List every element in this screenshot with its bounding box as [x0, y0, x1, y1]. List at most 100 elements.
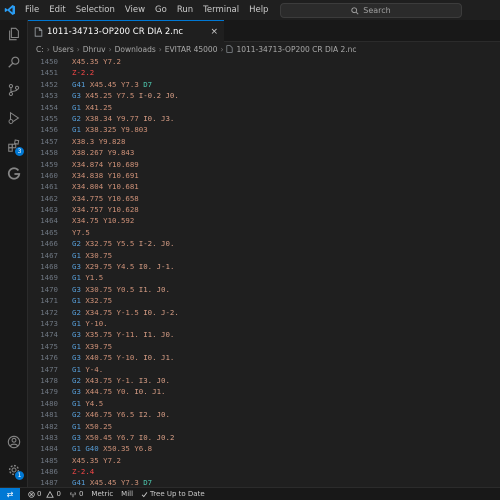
code-line[interactable]: 1469 G1 Y1.5 — [28, 272, 500, 283]
units-indicator[interactable]: Metric — [91, 490, 113, 498]
code-line[interactable]: 1486 Z-2.4 — [28, 466, 500, 477]
code-line[interactable]: 1470 G3 X30.75 Y0.5 I1. J0. — [28, 284, 500, 295]
code-line[interactable]: 1480 G1 Y4.5 — [28, 398, 500, 409]
code-line[interactable]: 1461 X34.804 Y10.681 — [28, 181, 500, 192]
line-number: 1487 — [40, 478, 58, 487]
breadcrumb-item[interactable]: Users — [53, 45, 74, 54]
code-line[interactable]: 1451 Z-2.2 — [28, 67, 500, 78]
run-debug-icon[interactable] — [0, 106, 28, 130]
menu-help[interactable]: Help — [244, 0, 273, 20]
breadcrumb-item[interactable]: C: — [36, 45, 44, 54]
search-view-icon[interactable] — [0, 50, 28, 74]
account-icon[interactable] — [0, 430, 28, 454]
problems-indicator[interactable]: 0 0 — [28, 490, 61, 498]
menu-run[interactable]: Run — [172, 0, 198, 20]
command-center-search[interactable]: Search — [280, 3, 462, 18]
breadcrumb-item[interactable]: 1011-34713-OP200 CR DIA 2.nc — [236, 45, 356, 54]
code-line[interactable]: 1476 G3 X40.75 Y-10. I0. J1. — [28, 352, 500, 363]
menu-terminal[interactable]: Terminal — [198, 0, 244, 20]
code-line[interactable]: 1482 G1 X50.25 — [28, 421, 500, 432]
line-code: G1 X38.325 Y9.803 — [72, 125, 148, 135]
menu-selection[interactable]: Selection — [71, 0, 120, 20]
code-line[interactable]: 1472 G2 X34.75 Y-1.5 I0. J-2. — [28, 307, 500, 318]
line-number: 1454 — [40, 102, 58, 112]
menu-go[interactable]: Go — [150, 0, 172, 20]
code-line[interactable]: 1464 X34.75 Y10.592 — [28, 215, 500, 226]
extensions-icon[interactable]: 3 — [0, 134, 28, 158]
code-line[interactable]: 1481 G2 X46.75 Y6.5 I2. J0. — [28, 409, 500, 420]
code-line[interactable]: 1459 X34.874 Y10.689 — [28, 159, 500, 170]
code-line[interactable]: 1483 G3 X50.45 Y6.7 I0. J0.2 — [28, 432, 500, 443]
tab-close-icon[interactable]: × — [210, 27, 218, 37]
code-line[interactable]: 1462 X34.775 Y10.658 — [28, 193, 500, 204]
tab-active-file[interactable]: 1011-34713-OP200 CR DIA 2.nc × — [28, 20, 224, 42]
line-number: 1463 — [40, 205, 58, 215]
menu-view[interactable]: View — [120, 0, 150, 20]
code-line[interactable]: 1468 G3 X29.75 Y4.5 I0. J-1. — [28, 261, 500, 272]
code-line[interactable]: 1463 X34.757 Y10.628 — [28, 204, 500, 215]
line-number: 1456 — [40, 125, 58, 135]
breadcrumb-item[interactable]: Dhruv — [83, 45, 106, 54]
gitlens-icon[interactable] — [0, 162, 28, 186]
line-number: 1450 — [40, 57, 58, 66]
line-code: G3 X44.75 Y0. I0. J1. — [72, 387, 166, 397]
tab-label: 1011-34713-OP200 CR DIA 2.nc — [47, 26, 184, 37]
remote-indicator-icon[interactable]: ⇄ — [0, 487, 20, 500]
tree-status[interactable]: Tree Up to Date — [141, 490, 205, 498]
code-line[interactable]: 1485 X45.35 Y7.2 — [28, 455, 500, 466]
code-line[interactable]: 1487 G41 X45.45 Y7.3 D7 — [28, 477, 500, 487]
line-code: G1 X50.25 — [72, 421, 113, 431]
code-line[interactable]: 1457 X38.3 Y9.828 — [28, 136, 500, 147]
code-line[interactable]: 1466 G2 X32.75 Y5.5 I-2. J0. — [28, 238, 500, 249]
search-icon — [351, 6, 359, 15]
code-editor[interactable]: 1450 X45.35 Y7.2 1451 Z-2.2 1452 G41 X45.45 Y… — [28, 56, 500, 487]
menu-file[interactable]: File — [20, 0, 44, 20]
line-number: 1484 — [40, 444, 58, 454]
code-line[interactable]: 1473 G1 Y-10. — [28, 318, 500, 329]
line-number: 1464 — [40, 216, 58, 226]
code-line[interactable]: 1450 X45.35 Y7.2 — [28, 56, 500, 67]
ports-indicator[interactable]: 0 — [69, 490, 83, 498]
error-count: 0 — [37, 490, 42, 498]
line-code: G3 X50.45 Y6.7 I0. J0.2 — [72, 432, 175, 442]
breadcrumb: C: › Users › Dhruv › Downloads › EVITAR 4500… — [28, 42, 500, 56]
line-code: G2 X43.75 Y-1. I3. J0. — [72, 375, 170, 385]
code-line[interactable]: 1471 G1 X32.75 — [28, 295, 500, 306]
code-line[interactable]: 1474 G3 X35.75 Y-11. I1. J0. — [28, 329, 500, 340]
code-line[interactable]: 1453 G3 X45.25 Y7.5 I-0.2 J0. — [28, 90, 500, 101]
code-line[interactable]: 1475 G1 X39.75 — [28, 341, 500, 352]
line-number: 1469 — [40, 273, 58, 283]
menu-edit[interactable]: Edit — [44, 0, 70, 20]
line-number: 1470 — [40, 284, 58, 294]
code-line[interactable]: 1479 G3 X44.75 Y0. I0. J1. — [28, 386, 500, 397]
line-code: X45.35 Y7.2 — [72, 455, 121, 465]
manage-gear-icon[interactable]: 1 — [0, 458, 28, 482]
source-control-icon[interactable] — [0, 78, 28, 102]
breadcrumb-item[interactable]: Downloads — [115, 45, 156, 54]
code-line[interactable]: 1477 G1 Y-4. — [28, 364, 500, 375]
code-line[interactable]: 1484 G1 G40 X50.35 Y6.8 — [28, 443, 500, 454]
code-line[interactable]: 1456 G1 X38.325 Y9.803 — [28, 124, 500, 135]
line-number: 1460 — [40, 170, 58, 180]
line-code: G1 Y-10. — [72, 318, 108, 328]
line-number: 1475 — [40, 341, 58, 351]
extensions-badge: 3 — [15, 147, 24, 156]
line-code: X34.757 Y10.628 — [72, 205, 139, 215]
code-line[interactable]: 1455 G2 X38.34 Y9.77 I0. J3. — [28, 113, 500, 124]
line-number: 1462 — [40, 193, 58, 203]
code-line[interactable]: 1478 G2 X43.75 Y-1. I3. J0. — [28, 375, 500, 386]
line-code: G3 X40.75 Y-10. I0. J1. — [72, 353, 175, 363]
code-line[interactable]: 1452 G41 X45.45 Y7.3 D7 — [28, 79, 500, 90]
explorer-icon[interactable] — [0, 22, 28, 46]
code-line[interactable]: 1467 G1 X30.75 — [28, 250, 500, 261]
code-line[interactable]: 1460 X34.838 Y10.691 — [28, 170, 500, 181]
code-line[interactable]: 1454 G1 X41.25 — [28, 102, 500, 113]
breadcrumb-item[interactable]: EVITAR 45000 — [165, 45, 218, 54]
line-number: 1474 — [40, 330, 58, 340]
line-number: 1452 — [40, 79, 58, 89]
code-line[interactable]: 1458 X38.267 Y9.843 — [28, 147, 500, 158]
line-number: 1480 — [40, 398, 58, 408]
code-line[interactable]: 1465 Y7.5 — [28, 227, 500, 238]
line-code: G3 X30.75 Y0.5 I1. J0. — [72, 284, 170, 294]
machine-mode-indicator[interactable]: Mill — [121, 490, 133, 498]
